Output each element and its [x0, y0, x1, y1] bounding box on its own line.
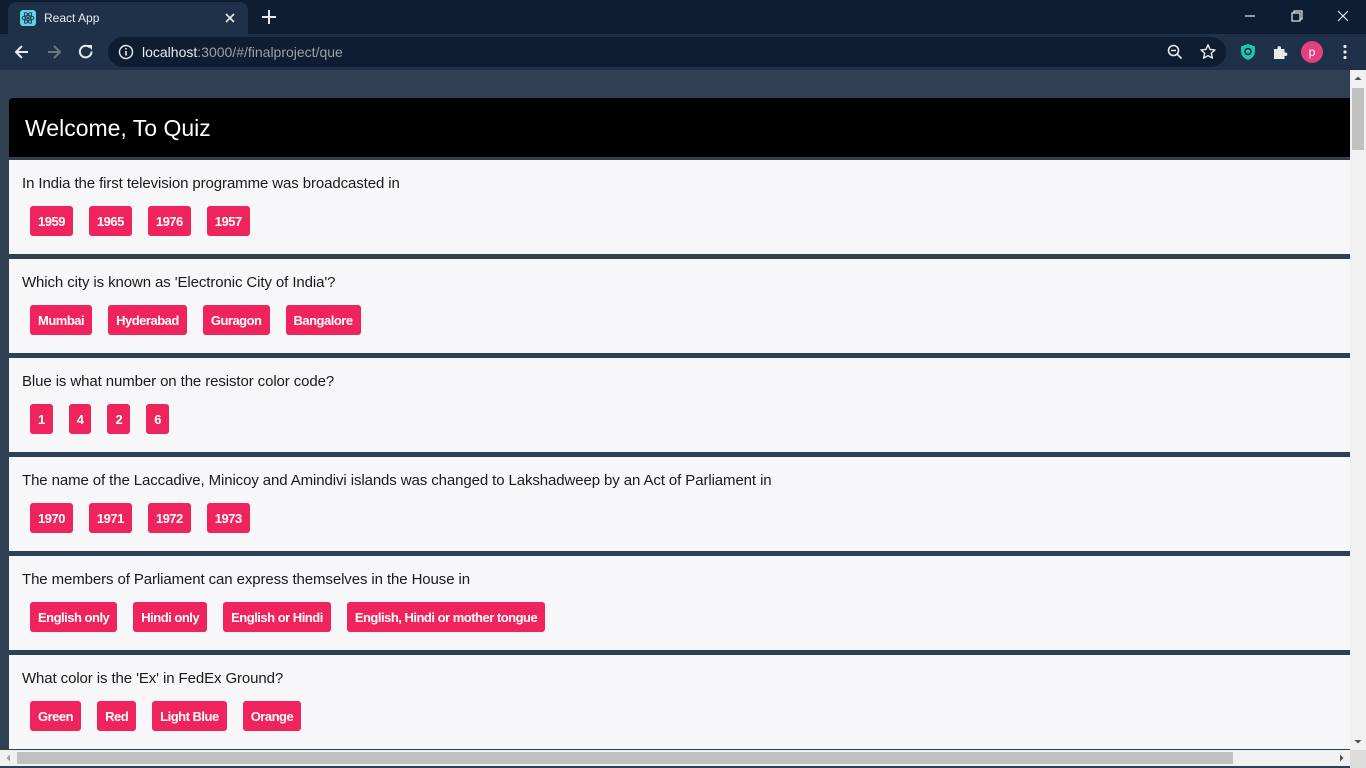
answer-option-button[interactable]: 1959 [30, 206, 73, 236]
back-arrow-icon[interactable] [12, 42, 32, 62]
answer-option-button[interactable]: 1971 [88, 503, 132, 533]
question-card: Which city is known as 'Electronic City … [9, 259, 1350, 353]
answer-option-button[interactable]: Guragon [202, 305, 270, 335]
question-text: Blue is what number on the resistor colo… [22, 373, 335, 390]
answer-option-button[interactable]: 1976 [147, 206, 191, 236]
page-title: Welcome, To Quiz [25, 115, 211, 141]
answer-option-button[interactable]: 1957 [206, 206, 250, 236]
react-logo-icon [20, 10, 36, 26]
restore-icon[interactable] [1287, 6, 1307, 26]
option-group: English only Hindi only English or Hindi… [9, 589, 1350, 632]
url-path: :3000/#/finalproject/que [197, 44, 343, 60]
question-text: Which city is known as 'Electronic City … [22, 274, 336, 291]
question-card: The members of Parliament can express th… [9, 556, 1350, 650]
question-text: In India the first television programme … [22, 175, 400, 192]
horizontal-scroll-thumb[interactable] [17, 752, 1233, 764]
question-text: What color is the 'Ex' in FedEx Ground? [22, 670, 284, 687]
close-window-icon[interactable] [1333, 6, 1353, 26]
zoom-icon[interactable] [1166, 43, 1184, 61]
address-bar[interactable]: localhost:3000/#/finalproject/que [108, 37, 1226, 67]
browser-menu-icon[interactable] [1336, 43, 1354, 61]
forward-arrow-icon[interactable] [44, 42, 64, 62]
answer-option-button[interactable]: 1972 [147, 503, 191, 533]
browser-toolbar: localhost:3000/#/finalproject/que p [0, 34, 1366, 70]
answer-option-button[interactable]: 6 [146, 404, 169, 434]
answer-option-button[interactable]: English only [30, 602, 118, 632]
option-group: 1 4 2 6 [9, 391, 1350, 434]
answer-option-button[interactable]: English or Hindi [223, 602, 331, 632]
answer-option-button[interactable]: Mumbai [30, 305, 93, 335]
close-tab-icon[interactable] [222, 10, 238, 26]
scroll-up-arrow-icon[interactable] [1350, 70, 1366, 86]
extensions-puzzle-icon[interactable] [1271, 43, 1289, 61]
url-text: localhost:3000/#/finalproject/que [142, 44, 343, 60]
answer-option-button[interactable]: Light Blue [152, 701, 227, 731]
question-card: The name of the Laccadive, Minicoy and A… [9, 457, 1350, 551]
answer-option-button[interactable]: 1970 [30, 503, 73, 533]
answer-option-button[interactable]: Green [30, 701, 82, 731]
browser-tab[interactable]: React App [8, 2, 248, 34]
horizontal-scrollbar[interactable] [0, 750, 1350, 766]
option-group: 1959 1965 1976 1957 [9, 193, 1350, 236]
option-group: Green Red Light Blue Orange [9, 688, 1350, 731]
answer-option-button[interactable]: Bangalore [285, 305, 361, 335]
browser-tab-strip: React App [0, 0, 1366, 34]
page-viewport: Welcome, To Quiz In India the first tele… [0, 70, 1350, 750]
reload-icon[interactable] [76, 42, 96, 62]
site-info-icon[interactable] [118, 44, 134, 60]
vertical-scrollbar[interactable] [1350, 70, 1366, 750]
question-card: What color is the 'Ex' in FedEx Ground? … [9, 655, 1350, 749]
question-text: The members of Parliament can express th… [22, 571, 470, 588]
scrollbar-corner [1350, 750, 1366, 768]
question-card: In India the first television programme … [9, 160, 1350, 254]
option-group: Mumbai Hyderabad Guragon Bangalore [9, 292, 1350, 335]
answer-option-button[interactable]: English, Hindi or mother tongue [346, 602, 546, 632]
profile-avatar[interactable]: p [1301, 41, 1323, 63]
answer-option-button[interactable]: 1 [30, 404, 53, 434]
answer-option-button[interactable]: 1965 [88, 206, 132, 236]
page-header: Welcome, To Quiz [9, 98, 1350, 157]
new-tab-icon[interactable] [260, 8, 278, 26]
vertical-scroll-thumb[interactable] [1352, 88, 1364, 150]
answer-option-button[interactable]: Red [97, 701, 137, 731]
option-group: 1970 1971 1972 1973 [9, 490, 1350, 533]
scroll-right-arrow-icon[interactable] [1334, 750, 1350, 766]
shield-extension-icon[interactable] [1239, 43, 1257, 61]
question-card: Blue is what number on the resistor colo… [9, 358, 1350, 452]
answer-option-button[interactable]: 4 [68, 404, 92, 434]
answer-option-button[interactable]: Hindi only [133, 602, 208, 632]
question-text: The name of the Laccadive, Minicoy and A… [22, 472, 772, 489]
answer-option-button[interactable]: 2 [107, 404, 131, 434]
bookmark-star-icon[interactable] [1199, 43, 1217, 61]
answer-option-button[interactable]: Hyderabad [108, 305, 187, 335]
minimize-icon[interactable] [1240, 6, 1260, 26]
scroll-down-arrow-icon[interactable] [1350, 734, 1366, 750]
scroll-left-arrow-icon[interactable] [0, 750, 16, 766]
quiz-container: Welcome, To Quiz In India the first tele… [9, 98, 1350, 750]
answer-option-button[interactable]: Orange [242, 701, 302, 731]
answer-option-button[interactable]: 1973 [206, 503, 250, 533]
tab-title: React App [44, 11, 100, 25]
url-host: localhost [142, 44, 198, 60]
